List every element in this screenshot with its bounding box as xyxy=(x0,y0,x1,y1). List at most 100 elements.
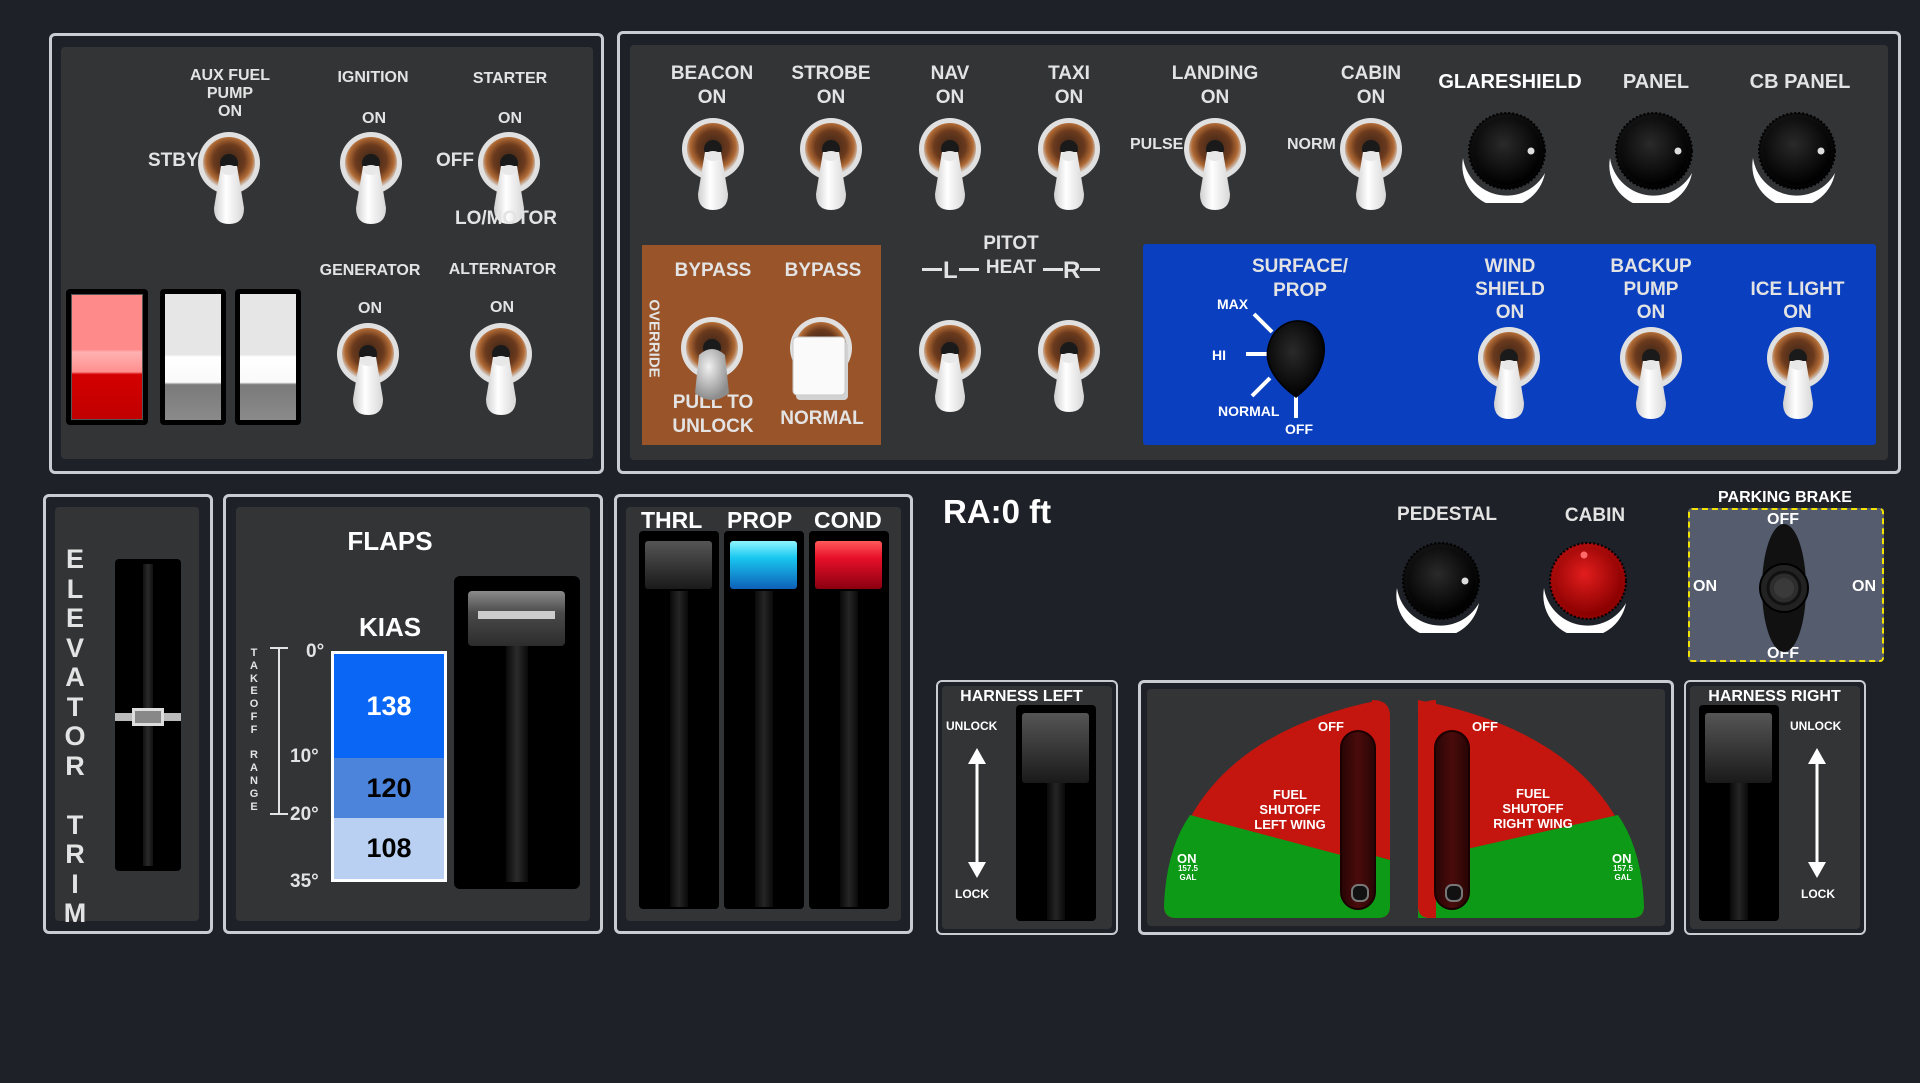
flaps-lever[interactable] xyxy=(454,576,580,889)
harness-left-lock: LOCK xyxy=(955,887,989,901)
landing-pulse-label: PULSE xyxy=(1130,136,1184,153)
beacon-label: BEACON ON xyxy=(670,63,754,108)
flap-setting-20: 20° xyxy=(290,804,319,825)
parking-brake-handle[interactable] xyxy=(1754,522,1814,659)
elevator-trim-label: ELEVATOR TRIM xyxy=(63,544,87,928)
prop-label: PROP xyxy=(727,507,793,533)
pedestal-label: PEDESTAL xyxy=(1397,504,1497,525)
panel-label: PANEL xyxy=(1622,71,1690,93)
takeoff-range-label: TAKEOFF RANGE xyxy=(249,647,259,813)
flap-setting-0: 0° xyxy=(306,641,325,662)
alternator-label: ALTERNATOR xyxy=(448,261,557,278)
flap-setting-35: 35° xyxy=(290,871,319,892)
fuel-left-label: FUEL SHUTOFF LEFT WING xyxy=(1254,787,1326,832)
flap-speed-0: 138 xyxy=(334,654,444,758)
cond-label: COND xyxy=(814,507,882,533)
taxi-switch[interactable] xyxy=(1034,116,1104,216)
surface-prop-label: SURFACE/PROP xyxy=(1251,256,1349,301)
fuel-right-off: OFF xyxy=(1472,719,1498,734)
fuel-shutoff-right-handle[interactable] xyxy=(1434,730,1470,910)
windshield-switch[interactable] xyxy=(1474,325,1544,425)
cabin-norm-label: NORM xyxy=(1287,136,1336,153)
surface-hi-label: HI xyxy=(1212,347,1226,363)
override-locking-switch[interactable] xyxy=(677,315,747,420)
aux-fuel-pump-switch[interactable] xyxy=(194,130,264,230)
generator-on-label: ON xyxy=(358,300,382,317)
generator-label: GENERATOR xyxy=(319,262,421,279)
pitot-heat-label: PITOT HEAT xyxy=(983,233,1039,278)
aux-fuel-pump-label: AUX FUEL PUMP ON xyxy=(190,67,270,120)
flaps-title: FLAPS xyxy=(347,526,433,556)
kias-label: KIAS xyxy=(358,612,422,642)
bypass-guarded-switch[interactable] xyxy=(786,315,856,420)
battery-rocker-switch[interactable] xyxy=(66,289,148,425)
condition-lever[interactable] xyxy=(809,531,889,909)
radio-altimeter-readout: RA:0 ft xyxy=(943,493,1052,530)
bypass-label-1: BYPASS xyxy=(674,260,752,281)
pitot-r-label: R xyxy=(1063,257,1081,284)
ignition-on-label: ON xyxy=(362,110,386,127)
nav-switch[interactable] xyxy=(915,116,985,216)
ice-light-switch[interactable] xyxy=(1763,325,1833,425)
harness-left-unlock: UNLOCK xyxy=(946,719,998,733)
generator-switch[interactable] xyxy=(333,321,403,421)
throttle-lever[interactable] xyxy=(639,531,719,909)
parking-brake-right-on: ON xyxy=(1852,578,1876,595)
nav-label: NAV ON xyxy=(930,63,970,108)
flap-speed-20: 108 xyxy=(334,818,444,879)
pitot-heat-right-switch[interactable] xyxy=(1034,318,1104,418)
avionics-rocker-switch-2[interactable] xyxy=(235,289,301,425)
landing-label: LANDING ON xyxy=(1171,63,1259,108)
flap-setting-10: 10° xyxy=(290,746,319,767)
ice-light-label: ICE LIGHT ON xyxy=(1750,279,1845,323)
windshield-label: WIND SHIELD ON xyxy=(1475,256,1545,323)
cabin-light-label: CABIN ON xyxy=(1340,63,1402,108)
elevator-trim-wheel[interactable] xyxy=(115,559,181,871)
harness-left-lever[interactable] xyxy=(1016,705,1096,921)
flap-speed-10: 120 xyxy=(334,758,444,818)
strobe-label: STROBE ON xyxy=(791,63,871,108)
glareshield-dimmer-knob[interactable] xyxy=(1453,103,1553,208)
ignition-switch[interactable] xyxy=(336,130,406,230)
fuel-right-gal: 157.5 GAL xyxy=(1612,864,1634,882)
beacon-switch[interactable] xyxy=(678,116,748,216)
panel-dimmer-knob[interactable] xyxy=(1600,103,1700,208)
aux-fuel-pump-stby-label: STBY xyxy=(148,150,199,171)
backup-pump-switch[interactable] xyxy=(1616,325,1686,425)
alternator-switch[interactable] xyxy=(466,321,536,421)
bypass-label-2: BYPASS xyxy=(784,260,862,281)
fuel-left-off: OFF xyxy=(1318,719,1344,734)
surface-prop-selector-knob[interactable] xyxy=(1230,300,1350,435)
starter-on-label: ON xyxy=(498,110,522,127)
parking-brake-label: PARKING BRAKE xyxy=(1718,489,1852,506)
cb-panel-dimmer-knob[interactable] xyxy=(1743,103,1843,208)
backup-pump-label: BACKUP PUMP ON xyxy=(1610,256,1692,323)
starter-off-label: OFF xyxy=(436,150,474,171)
landing-switch[interactable] xyxy=(1180,116,1250,216)
harness-right-arrow-icon xyxy=(1807,748,1827,883)
glareshield-label: GLARESHIELD xyxy=(1438,71,1582,93)
starter-label: STARTER xyxy=(472,70,548,87)
cabin-dimmer-knob[interactable] xyxy=(1534,533,1634,638)
override-label: OVERRIDE xyxy=(645,299,663,378)
pitot-heat-left-switch[interactable] xyxy=(915,318,985,418)
cabin-light-switch[interactable] xyxy=(1336,116,1406,216)
thrl-label: THRL xyxy=(641,507,703,533)
fuel-left-gal: 157.5 GAL xyxy=(1177,864,1199,882)
cabin-knob-label: CABIN xyxy=(1564,505,1626,526)
parking-brake-left-on: ON xyxy=(1693,578,1717,595)
pedestal-dimmer-knob[interactable] xyxy=(1387,533,1487,638)
pitot-l-label: L xyxy=(943,257,958,284)
starter-lo-motor-label: LO/MOTOR xyxy=(455,208,558,229)
cb-panel-label: CB PANEL xyxy=(1749,71,1851,93)
flap-speed-table: 138 120 108 xyxy=(331,651,447,882)
harness-right-unlock: UNLOCK xyxy=(1790,719,1842,733)
harness-left-arrow-icon xyxy=(967,748,987,883)
prop-lever[interactable] xyxy=(724,531,804,909)
alternator-on-label: ON xyxy=(490,299,514,316)
harness-right-lever[interactable] xyxy=(1699,705,1779,921)
fuel-right-label: FUEL SHUTOFF RIGHT WING xyxy=(1493,786,1573,831)
fuel-shutoff-left-handle[interactable] xyxy=(1340,730,1376,910)
avionics-rocker-switch-1[interactable] xyxy=(160,289,226,425)
strobe-switch[interactable] xyxy=(796,116,866,216)
